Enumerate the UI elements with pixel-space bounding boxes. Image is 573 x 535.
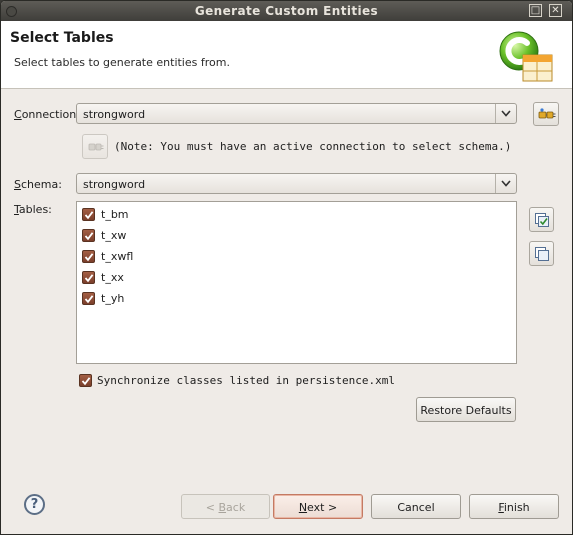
page-title: Select Tables <box>10 30 114 46</box>
wizard-window: Generate Custom Entities □ ✕ Select Tabl… <box>0 0 573 535</box>
help-button[interactable]: ? <box>24 494 45 515</box>
synchronize-label: Synchronize classes listed in persistenc… <box>97 374 396 387</box>
page-description: Select tables to generate entities from. <box>14 56 230 69</box>
schema-label: Schema: <box>14 178 62 191</box>
select-all-icon <box>535 213 549 227</box>
chevron-down-icon <box>495 174 516 193</box>
restore-defaults-button[interactable]: Restore Defaults <box>416 397 516 422</box>
title-bar[interactable]: Generate Custom Entities □ ✕ <box>1 1 572 21</box>
schema-combo[interactable]: strongword <box>76 173 517 194</box>
table-name: t_xw <box>101 229 127 242</box>
deselect-all-icon <box>535 247 549 261</box>
table-name: t_xwfl <box>101 250 134 263</box>
wizard-header: Select Tables Select tables to generate … <box>1 21 572 89</box>
synchronize-checkbox[interactable] <box>79 374 92 387</box>
finish-button[interactable]: Finish <box>469 494 559 519</box>
connection-value: strongword <box>83 108 146 121</box>
add-connection-button[interactable] <box>533 102 559 126</box>
reconnect-button[interactable] <box>82 134 108 159</box>
window-title: Generate Custom Entities <box>194 4 379 18</box>
table-name: t_bm <box>101 208 129 221</box>
back-button[interactable]: < Back <box>181 494 270 519</box>
maximize-button[interactable]: □ <box>529 4 542 17</box>
connection-note: (Note: You must have an active connectio… <box>114 140 512 153</box>
tables-label: Tables: <box>14 203 52 216</box>
table-name: t_yh <box>101 292 125 305</box>
table-checkbox[interactable] <box>82 292 95 305</box>
connection-label: Connection: <box>14 108 80 121</box>
table-checkbox[interactable] <box>82 271 95 284</box>
connection-plug-icon <box>538 108 556 119</box>
tables-list[interactable]: t_bm t_xw t_xwfl t_xx t_yh <box>76 201 517 364</box>
close-button[interactable]: ✕ <box>549 4 562 17</box>
table-checkbox[interactable] <box>82 250 95 263</box>
jpa-wizard-banner-icon <box>497 31 555 83</box>
schema-value: strongword <box>83 178 146 191</box>
select-all-button[interactable] <box>529 207 554 232</box>
next-button[interactable]: Next > <box>273 494 363 519</box>
cancel-button[interactable]: Cancel <box>371 494 461 519</box>
connection-combo[interactable]: strongword <box>76 103 517 124</box>
table-name: t_xx <box>101 271 124 284</box>
chevron-down-icon <box>495 104 516 123</box>
table-checkbox[interactable] <box>82 208 95 221</box>
deselect-all-button[interactable] <box>529 241 554 266</box>
reconnect-plug-icon <box>88 143 104 151</box>
table-checkbox[interactable] <box>82 229 95 242</box>
